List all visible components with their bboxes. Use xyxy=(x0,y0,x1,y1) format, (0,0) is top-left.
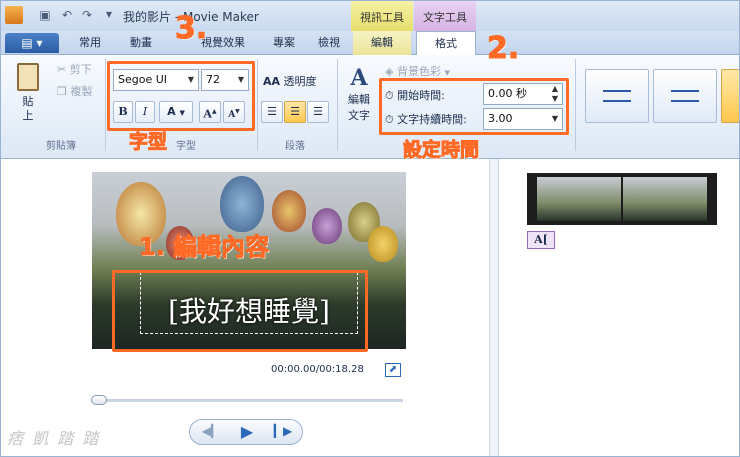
annotation-step1: 1. 編輯內容 xyxy=(138,233,270,262)
transparency-label: 透明度 xyxy=(283,75,317,88)
play-icon[interactable]: ▶ xyxy=(234,420,260,444)
background-color-button[interactable]: ◈ 背景色彩 ▼ xyxy=(385,63,450,79)
annotation-step3: 3. xyxy=(174,11,208,47)
copy-label: 複製 xyxy=(70,85,93,98)
balloon-image xyxy=(220,176,264,232)
align-center-button[interactable]: ☰ xyxy=(284,101,306,123)
annotation-font-label: 字型 xyxy=(128,131,168,154)
align-left-icon: ☰ xyxy=(267,105,277,118)
align-right-button[interactable]: ☰ xyxy=(307,101,329,123)
ribbon: 貼 上 ✂ 剪下 ❐ 複製 剪貼簿 Segoe UI ▼ 72 ▼ B I A ▼ … xyxy=(1,55,739,159)
paint-bucket-icon: ◈ xyxy=(385,65,394,78)
tab-project[interactable]: 專案 xyxy=(259,31,309,55)
annotation-time-label: 設定時間 xyxy=(402,139,480,162)
chevron-down-icon: ▼ xyxy=(444,69,450,77)
edit-text-label-2: 文字 xyxy=(348,109,370,122)
movie-maker-window: ▣ ↶ ↷ ▼ 我的影片 - Movie Maker 視訊工具 文字工具 常用 … xyxy=(0,0,740,457)
transport-controls: ◀▎ ▶ ▎▶ xyxy=(189,419,303,445)
transparency-button[interactable]: AA 透明度 xyxy=(263,73,317,89)
context-tab-text-tools: 文字工具 xyxy=(414,1,476,31)
transparency-icon: AA xyxy=(263,75,281,88)
align-left-button[interactable]: ☰ xyxy=(261,101,283,123)
separator xyxy=(575,59,576,151)
text-effect-option-1[interactable] xyxy=(585,69,649,123)
align-right-icon: ☰ xyxy=(313,105,323,118)
quick-access-dropdown-icon[interactable]: ▼ xyxy=(101,7,117,23)
edit-text-icon: A xyxy=(350,65,368,91)
copy-button[interactable]: ❐ 複製 xyxy=(57,83,92,99)
annotation-step2: 2. xyxy=(486,31,520,67)
edit-text-label-1: 編輯 xyxy=(348,93,370,106)
watermark: 痞 凱 踏 踏 xyxy=(7,429,101,448)
context-tab-video-tools: 視訊工具 xyxy=(351,1,413,31)
tab-animations[interactable]: 動畫 xyxy=(117,31,165,55)
highlight-font-box xyxy=(107,61,255,131)
ribbon-tab-row: 常用 動畫 視覺效果 專案 檢視 編輯 格式 xyxy=(1,31,739,56)
paste-label: 貼 上 xyxy=(22,95,34,122)
cut-label: 剪下 xyxy=(69,63,92,76)
tab-home[interactable]: 常用 xyxy=(65,31,115,55)
effect-lines-icon xyxy=(671,90,699,102)
background-color-label: 背景色彩 xyxy=(396,65,441,78)
balloon-image xyxy=(368,226,398,262)
tab-view[interactable]: 檢視 xyxy=(307,31,351,55)
seek-bar-thumb[interactable] xyxy=(91,395,107,405)
text-caption-marker[interactable]: A[ xyxy=(527,231,555,249)
fullscreen-icon[interactable]: ⬈ xyxy=(385,363,401,377)
effect-lines-icon xyxy=(603,90,631,102)
paste-button[interactable]: 貼 上 xyxy=(11,63,45,129)
next-frame-icon[interactable]: ▎▶ xyxy=(272,424,294,440)
balloon-image xyxy=(312,208,342,244)
text-effect-option-3[interactable] xyxy=(721,69,739,123)
highlight-time-box xyxy=(379,78,569,135)
seek-bar-track[interactable] xyxy=(93,399,403,402)
balloon-image xyxy=(272,190,306,232)
align-center-icon: ☰ xyxy=(290,105,300,118)
previous-frame-icon[interactable]: ◀▎ xyxy=(200,424,222,440)
tab-format[interactable]: 格式 xyxy=(416,31,476,56)
clipboard-group-label: 剪貼簿 xyxy=(46,141,76,152)
preview-pane: [我好想睡覺] 1. 編輯內容 00:00.00/00:18.28 ⬈ ◀▎ ▶… xyxy=(1,159,489,456)
save-icon[interactable]: ▣ xyxy=(37,7,53,23)
movie-maker-app-icon[interactable] xyxy=(5,6,23,24)
scissors-icon: ✂ xyxy=(57,63,67,76)
cut-button[interactable]: ✂ 剪下 xyxy=(57,61,92,77)
storyboard-pane: A[ xyxy=(499,159,739,456)
clip-thumbnail xyxy=(537,177,621,221)
separator xyxy=(105,59,106,151)
undo-icon[interactable]: ↶ xyxy=(59,7,75,23)
tab-edit[interactable]: 編輯 xyxy=(353,31,411,55)
file-menu-button[interactable]: ▤ ▾ xyxy=(5,33,59,53)
text-effect-option-2[interactable] xyxy=(653,69,717,123)
video-clip[interactable] xyxy=(527,173,717,225)
separator xyxy=(337,59,338,151)
title-bar: ▣ ↶ ↷ ▼ 我的影片 - Movie Maker 視訊工具 文字工具 xyxy=(1,1,739,31)
redo-icon[interactable]: ↷ xyxy=(79,7,95,23)
font-group-label: 字型 xyxy=(176,141,196,152)
clip-thumbnail xyxy=(623,177,707,221)
paragraph-group-label: 段落 xyxy=(285,141,305,152)
highlight-caption-box xyxy=(112,270,368,352)
playback-time: 00:00.00/00:18.28 xyxy=(271,364,364,375)
clipboard-icon xyxy=(17,63,39,91)
pane-splitter[interactable] xyxy=(489,159,499,456)
copy-icon: ❐ xyxy=(57,85,67,98)
separator xyxy=(257,59,258,151)
edit-text-button[interactable]: A 編輯 文字 xyxy=(343,65,375,123)
